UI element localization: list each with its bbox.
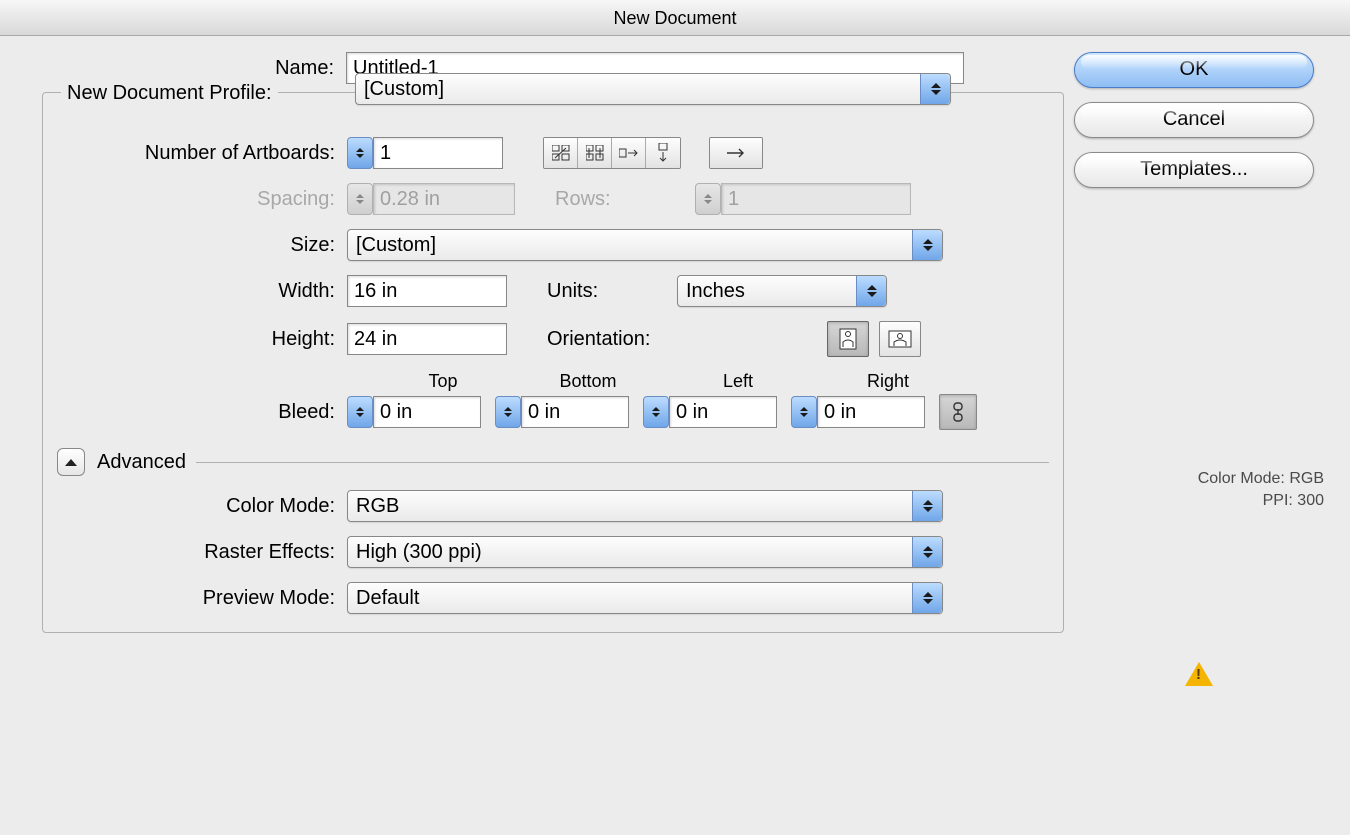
bleed-left-header: Left xyxy=(663,371,813,392)
size-select[interactable]: [Custom] xyxy=(347,229,943,261)
raster-effects-value: High (300 ppi) xyxy=(356,541,482,564)
units-value: Inches xyxy=(686,280,745,303)
profile-fieldset: New Document Profile: [Custom] Number of… xyxy=(42,92,1064,633)
orientation-portrait-icon[interactable] xyxy=(827,321,869,357)
artboard-direction-group xyxy=(709,137,763,169)
cancel-button[interactable]: Cancel xyxy=(1074,102,1314,138)
meta-info: Color Mode: RGB PPI: 300 xyxy=(1074,468,1324,512)
size-value: [Custom] xyxy=(356,234,436,257)
size-select-arrows-icon xyxy=(912,230,942,260)
profile-value: [Custom] xyxy=(364,78,444,101)
preview-mode-arrows-icon xyxy=(912,583,942,613)
color-mode-select[interactable]: RGB xyxy=(347,490,943,522)
rows-label: Rows: xyxy=(555,188,655,211)
bleed-top-header: Top xyxy=(373,371,513,392)
spacing-label: Spacing: xyxy=(57,188,347,211)
bleed-right-stepper[interactable] xyxy=(791,396,817,428)
bleed-bottom-input[interactable] xyxy=(521,396,629,428)
col-ttb-icon[interactable] xyxy=(646,138,680,168)
bleed-top-input[interactable] xyxy=(373,396,481,428)
bleed-top-stepper[interactable] xyxy=(347,396,373,428)
rows-stepper xyxy=(695,183,721,215)
orientation-landscape-icon[interactable] xyxy=(879,321,921,357)
color-mode-arrows-icon xyxy=(912,491,942,521)
bleed-bottom-header: Bottom xyxy=(513,371,663,392)
templates-button[interactable]: Templates... xyxy=(1074,152,1314,188)
bleed-bottom-stepper[interactable] xyxy=(495,396,521,428)
meta-color-mode-value: RGB xyxy=(1289,470,1324,487)
advanced-label: Advanced xyxy=(97,451,186,474)
spacing-stepper xyxy=(347,183,373,215)
width-input[interactable] xyxy=(347,275,507,307)
spacing-input xyxy=(373,183,515,215)
bleed-left-stepper[interactable] xyxy=(643,396,669,428)
raster-effects-label: Raster Effects: xyxy=(57,541,347,564)
units-select-arrows-icon xyxy=(856,276,886,306)
orientation-label: Orientation: xyxy=(547,328,717,351)
width-label: Width: xyxy=(57,280,347,303)
meta-ppi-label: PPI: xyxy=(1263,492,1293,509)
bleed-right-header: Right xyxy=(813,371,963,392)
grid-by-col-icon[interactable] xyxy=(578,138,612,168)
advanced-disclosure-toggle[interactable] xyxy=(57,448,85,476)
grid-by-row-icon[interactable] xyxy=(544,138,578,168)
preview-mode-select[interactable]: Default xyxy=(347,582,943,614)
artboards-stepper[interactable] xyxy=(347,137,373,169)
bleed-label: Bleed: xyxy=(57,401,347,424)
artboards-label: Number of Artboards: xyxy=(57,142,347,165)
profile-select[interactable]: [Custom] xyxy=(355,73,951,105)
units-label: Units: xyxy=(547,280,677,303)
new-document-dialog: New Document Name: New Document Profile:… xyxy=(0,0,1350,835)
ok-button-label: OK xyxy=(1180,58,1209,80)
arrow-right-icon[interactable] xyxy=(710,138,762,168)
bleed-left-input[interactable] xyxy=(669,396,777,428)
cancel-button-label: Cancel xyxy=(1163,108,1225,130)
profile-select-arrows-icon xyxy=(920,74,950,104)
size-label: Size: xyxy=(57,234,347,257)
meta-color-mode-label: Color Mode: xyxy=(1198,470,1285,487)
units-select[interactable]: Inches xyxy=(677,275,887,307)
color-mode-value: RGB xyxy=(356,495,399,518)
raster-effects-select[interactable]: High (300 ppi) xyxy=(347,536,943,568)
artboards-input[interactable] xyxy=(373,137,503,169)
raster-effects-arrows-icon xyxy=(912,537,942,567)
row-ltr-icon[interactable] xyxy=(612,138,646,168)
warning-icon xyxy=(1185,662,1213,686)
height-input[interactable] xyxy=(347,323,507,355)
preview-mode-value: Default xyxy=(356,587,419,610)
advanced-divider xyxy=(196,462,1049,463)
bleed-right-input[interactable] xyxy=(817,396,925,428)
artboard-arrangement-group xyxy=(543,137,681,169)
preview-mode-label: Preview Mode: xyxy=(57,587,347,610)
rows-input xyxy=(721,183,911,215)
ok-button[interactable]: OK xyxy=(1074,52,1314,88)
profile-label: New Document Profile: xyxy=(67,82,272,105)
color-mode-label: Color Mode: xyxy=(57,495,347,518)
bleed-link-icon[interactable] xyxy=(939,394,977,430)
meta-ppi-value: 300 xyxy=(1297,492,1324,509)
height-label: Height: xyxy=(57,328,347,351)
dialog-title: New Document xyxy=(0,0,1350,36)
templates-button-label: Templates... xyxy=(1140,158,1248,180)
name-label: Name: xyxy=(24,57,346,80)
